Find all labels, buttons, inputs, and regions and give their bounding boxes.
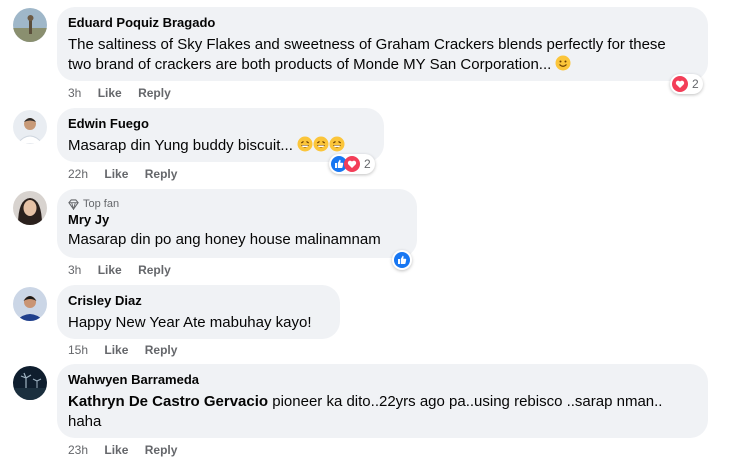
comment-actions: 22h Like Reply xyxy=(68,166,177,182)
grinning-emoji-icon xyxy=(297,136,313,158)
comment-text: The saltiness of Sky Flakes and sweetnes… xyxy=(68,35,696,77)
comment-text-line-2: two brand of crackers are both products … xyxy=(68,56,552,73)
commenter-name[interactable]: Eduard Poquiz Bragado xyxy=(68,15,696,31)
comment-actions: 23h Like Reply xyxy=(68,442,177,458)
commenter-name[interactable]: Mry Jy xyxy=(68,212,405,228)
avatar[interactable] xyxy=(13,287,47,321)
love-icon xyxy=(344,156,360,172)
comment-actions: 3h Like Reply xyxy=(68,85,171,101)
like-button[interactable]: Like xyxy=(104,166,128,182)
like-button[interactable]: Like xyxy=(104,442,128,458)
comment-text-line: Masarap din Yung buddy biscuit... xyxy=(68,137,293,154)
reaction-summary[interactable]: 2 xyxy=(329,154,375,174)
comment-text: Masarap din po ang honey house malinamna… xyxy=(68,231,381,248)
comment-actions: 3h Like Reply xyxy=(68,262,171,278)
smiling-face-emoji-icon xyxy=(555,55,571,77)
reaction-summary[interactable] xyxy=(392,250,412,270)
comment-bubble: Crisley Diaz Happy New Year Ate mabuhay … xyxy=(57,285,340,339)
diamond-icon xyxy=(68,198,79,210)
comment-text: Masarap din Yung buddy biscuit... xyxy=(68,136,372,158)
love-icon xyxy=(672,76,688,92)
reaction-summary[interactable]: 2 xyxy=(670,74,703,94)
avatar[interactable] xyxy=(13,366,47,400)
reply-button[interactable]: Reply xyxy=(145,442,178,458)
reply-button[interactable]: Reply xyxy=(138,85,171,101)
grinning-emoji-icon xyxy=(313,136,329,158)
top-fan-label: Top fan xyxy=(83,198,120,210)
commenter-name[interactable]: Wahwyen Barrameda xyxy=(68,372,696,388)
top-fan-badge[interactable]: Top fan xyxy=(68,197,405,211)
comment-text-line-1: pioneer ka dito..22yrs ago pa..using reb… xyxy=(268,393,663,410)
comment-bubble: Eduard Poquiz Bragado The saltiness of S… xyxy=(57,7,708,81)
reaction-count: 2 xyxy=(692,77,699,91)
comment-time[interactable]: 3h xyxy=(68,262,81,278)
reaction-count: 2 xyxy=(364,157,371,171)
comment-time[interactable]: 22h xyxy=(68,166,88,182)
comment-actions: 15h Like Reply xyxy=(68,342,177,358)
like-button[interactable]: Like xyxy=(98,262,122,278)
like-icon xyxy=(394,252,410,268)
comment-bubble: Top fan Mry Jy Masarap din po ang honey … xyxy=(57,189,417,258)
reply-button[interactable]: Reply xyxy=(145,166,178,182)
commenter-name[interactable]: Crisley Diaz xyxy=(68,293,328,309)
comment-time[interactable]: 23h xyxy=(68,442,88,458)
reply-button[interactable]: Reply xyxy=(145,342,178,358)
avatar[interactable] xyxy=(13,110,47,144)
comment-time[interactable]: 15h xyxy=(68,342,88,358)
reply-button[interactable]: Reply xyxy=(138,262,171,278)
comment-text: Kathryn De Castro Gervacio pioneer ka di… xyxy=(68,392,696,432)
comment-text: Happy New Year Ate mabuhay kayo! xyxy=(68,314,312,331)
comment-text-line-2: haha xyxy=(68,413,102,430)
comment-text-line-1: The saltiness of Sky Flakes and sweetnes… xyxy=(68,36,666,53)
comment-time[interactable]: 3h xyxy=(68,85,81,101)
commenter-name[interactable]: Edwin Fuego xyxy=(68,116,372,132)
like-button[interactable]: Like xyxy=(104,342,128,358)
mention-link[interactable]: Kathryn De Castro Gervacio xyxy=(68,393,268,410)
comment-bubble: Wahwyen Barrameda Kathryn De Castro Gerv… xyxy=(57,364,708,438)
avatar[interactable] xyxy=(13,8,47,42)
avatar[interactable] xyxy=(13,191,47,225)
like-button[interactable]: Like xyxy=(98,85,122,101)
